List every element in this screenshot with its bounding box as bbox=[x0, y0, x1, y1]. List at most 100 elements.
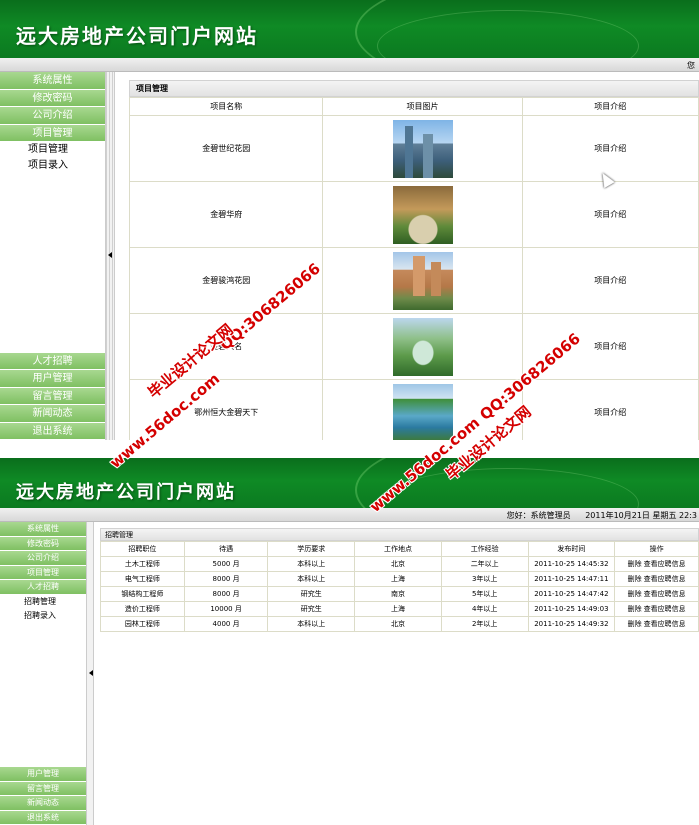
menu-item-news[interactable]: 新闻动态 bbox=[0, 405, 105, 423]
project-image-cell bbox=[322, 115, 523, 182]
cell-education: 研究生 bbox=[267, 586, 356, 602]
view-applicants-link[interactable]: 查看应聘信息 bbox=[644, 620, 686, 628]
delete-link[interactable]: 删除 bbox=[628, 575, 642, 583]
column-header-operation: 操作 bbox=[614, 541, 699, 557]
cell-operation: 删除 查看应聘信息 bbox=[614, 601, 699, 617]
sidebar-splitter[interactable] bbox=[105, 72, 115, 440]
cell-operation: 删除 查看应聘信息 bbox=[614, 586, 699, 602]
table-row: 金碧世纪花园 项目介绍 bbox=[128, 115, 699, 182]
submenu-item-recruitment-management[interactable]: 招聘管理 bbox=[0, 595, 86, 609]
cell-education: 本科以上 bbox=[267, 571, 356, 587]
menu-item-system-properties[interactable]: 系统属性 bbox=[0, 522, 86, 537]
cell-location: 上海 bbox=[354, 601, 442, 617]
info-bar: 您好：系统管理员 2011年10月21日 星期五 22:3 bbox=[0, 508, 699, 522]
project-management-screenshot: 远大房地产公司门户网站 您 系统属性 修改密码 公司介绍 项目管理 项目管理 项… bbox=[0, 0, 699, 440]
table-header-row: 项目名称 项目图片 项目介绍 bbox=[128, 97, 699, 116]
project-image[interactable] bbox=[392, 119, 453, 178]
table-row: 金碧大名 项目介绍 bbox=[128, 313, 699, 380]
view-applicants-link[interactable]: 查看应聘信息 bbox=[644, 605, 686, 613]
menu-item-project-management[interactable]: 项目管理 bbox=[0, 565, 86, 580]
menu-item-logout[interactable]: 退出系统 bbox=[0, 422, 105, 440]
greeting-text: 您好：系统管理员 bbox=[506, 511, 571, 520]
greeting-area: 您好：系统管理员 2011年10月21日 星期五 22:3 bbox=[495, 510, 697, 521]
cell-time: 2011-10-25 14:45:32 bbox=[527, 556, 616, 572]
table-row: 土木工程师 5000 月 本科以上 北京 二年以上 2011-10-25 14:… bbox=[100, 556, 699, 572]
view-applicants-link[interactable]: 查看应聘信息 bbox=[644, 575, 686, 583]
greeting-text: 您 bbox=[687, 61, 695, 70]
column-header-position: 招聘职位 bbox=[100, 541, 185, 557]
delete-link[interactable]: 删除 bbox=[628, 620, 642, 628]
sidebar-menu: 系统属性 修改密码 公司介绍 项目管理 人才招聘 招聘管理 招聘录入 用户管理 … bbox=[0, 522, 86, 825]
cell-location: 北京 bbox=[354, 616, 442, 632]
column-header-salary: 待遇 bbox=[183, 541, 269, 557]
info-bar: 您 bbox=[0, 58, 699, 72]
column-header-location: 工作地点 bbox=[354, 541, 442, 557]
project-table: 项目名称 项目图片 项目介绍 金碧世纪花园 项目介绍 金碧华府 项目介绍 金碧骏… bbox=[128, 97, 699, 440]
panel-title: 项目管理 bbox=[129, 80, 699, 97]
submenu-item-project-management[interactable]: 项目管理 bbox=[0, 142, 105, 158]
menu-item-recruitment[interactable]: 人才招聘 bbox=[0, 352, 105, 370]
table-row: 造价工程师 10000 月 研究生 上海 4年以上 2011-10-25 14:… bbox=[100, 601, 699, 617]
project-image[interactable] bbox=[392, 185, 453, 244]
menu-item-recruitment[interactable]: 人才招聘 bbox=[0, 580, 86, 595]
menu-item-change-password[interactable]: 修改密码 bbox=[0, 536, 86, 551]
recruitment-table: 招聘职位 待遇 学历要求 工作地点 工作经验 发布时间 操作 土木工程师 500… bbox=[100, 541, 699, 632]
cell-position: 造价工程师 bbox=[100, 601, 185, 617]
project-image[interactable] bbox=[392, 251, 453, 310]
submenu-item-project-entry[interactable]: 项目录入 bbox=[0, 158, 105, 174]
view-applicants-link[interactable]: 查看应聘信息 bbox=[644, 590, 686, 598]
table-row: 鄂州恒大金碧天下 项目介绍 bbox=[128, 379, 699, 440]
table-row: 钢结构工程师 8000 月 研究生 南京 5年以上 2011-10-25 14:… bbox=[100, 586, 699, 602]
menu-item-company-intro[interactable]: 公司介绍 bbox=[0, 107, 105, 125]
sidebar-bottom-menu: 用户管理 留言管理 新闻动态 退出系统 bbox=[0, 767, 86, 825]
site-banner: 远大房地产公司门户网站 bbox=[0, 0, 699, 58]
cell-experience: 3年以上 bbox=[440, 571, 529, 587]
project-image-cell bbox=[322, 379, 523, 440]
collapse-arrow-icon[interactable] bbox=[108, 252, 112, 258]
column-header-name: 项目名称 bbox=[128, 97, 324, 116]
site-title: 远大房地产公司门户网站 bbox=[16, 482, 236, 503]
menu-item-company-intro[interactable]: 公司介绍 bbox=[0, 551, 86, 566]
panel-title: 招聘管理 bbox=[100, 528, 699, 541]
delete-link[interactable]: 删除 bbox=[628, 605, 642, 613]
project-intro-link[interactable]: 项目介绍 bbox=[521, 181, 699, 248]
menu-item-system-properties[interactable]: 系统属性 bbox=[0, 72, 105, 90]
column-header-time: 发布时间 bbox=[527, 541, 616, 557]
delete-link[interactable]: 删除 bbox=[628, 560, 642, 568]
menu-item-message-management[interactable]: 留言管理 bbox=[0, 781, 86, 796]
menu-item-news[interactable]: 新闻动态 bbox=[0, 796, 86, 811]
recruitment-management-screenshot: 远大房地产公司门户网站 您好：系统管理员 2011年10月21日 星期五 22:… bbox=[0, 458, 699, 825]
column-header-experience: 工作经验 bbox=[440, 541, 529, 557]
cell-time: 2011-10-25 14:49:03 bbox=[527, 601, 616, 617]
view-applicants-link[interactable]: 查看应聘信息 bbox=[644, 560, 686, 568]
table-row: 金碧骏鸿花园 项目介绍 bbox=[128, 247, 699, 314]
menu-item-user-management[interactable]: 用户管理 bbox=[0, 370, 105, 388]
project-image-cell bbox=[322, 181, 523, 248]
cell-operation: 删除 查看应聘信息 bbox=[614, 571, 699, 587]
project-intro-link[interactable]: 项目介绍 bbox=[521, 115, 699, 182]
menu-item-message-management[interactable]: 留言管理 bbox=[0, 387, 105, 405]
project-name: 金碧大名 bbox=[128, 313, 324, 380]
project-intro-link[interactable]: 项目介绍 bbox=[521, 313, 699, 380]
sidebar-splitter[interactable] bbox=[86, 522, 94, 825]
project-intro-link[interactable]: 项目介绍 bbox=[521, 247, 699, 314]
column-header-education: 学历要求 bbox=[267, 541, 356, 557]
cell-salary: 8000 月 bbox=[183, 571, 269, 587]
collapse-arrow-icon[interactable] bbox=[89, 670, 93, 676]
table-row: 金碧华府 项目介绍 bbox=[128, 181, 699, 248]
cell-salary: 8000 月 bbox=[183, 586, 269, 602]
menu-item-logout[interactable]: 退出系统 bbox=[0, 810, 86, 825]
menu-item-project-management[interactable]: 项目管理 bbox=[0, 124, 105, 142]
cell-location: 北京 bbox=[354, 556, 442, 572]
delete-link[interactable]: 删除 bbox=[628, 590, 642, 598]
menu-item-user-management[interactable]: 用户管理 bbox=[0, 767, 86, 782]
cell-location: 南京 bbox=[354, 586, 442, 602]
project-image[interactable] bbox=[392, 317, 453, 376]
project-intro-link[interactable]: 项目介绍 bbox=[521, 379, 699, 440]
menu-item-change-password[interactable]: 修改密码 bbox=[0, 89, 105, 107]
table-row: 电气工程师 8000 月 本科以上 上海 3年以上 2011-10-25 14:… bbox=[100, 571, 699, 587]
submenu-item-recruitment-entry[interactable]: 招聘录入 bbox=[0, 609, 86, 623]
project-image[interactable] bbox=[392, 383, 453, 440]
cell-operation: 删除 查看应聘信息 bbox=[614, 556, 699, 572]
project-name: 金碧世纪花园 bbox=[128, 115, 324, 182]
